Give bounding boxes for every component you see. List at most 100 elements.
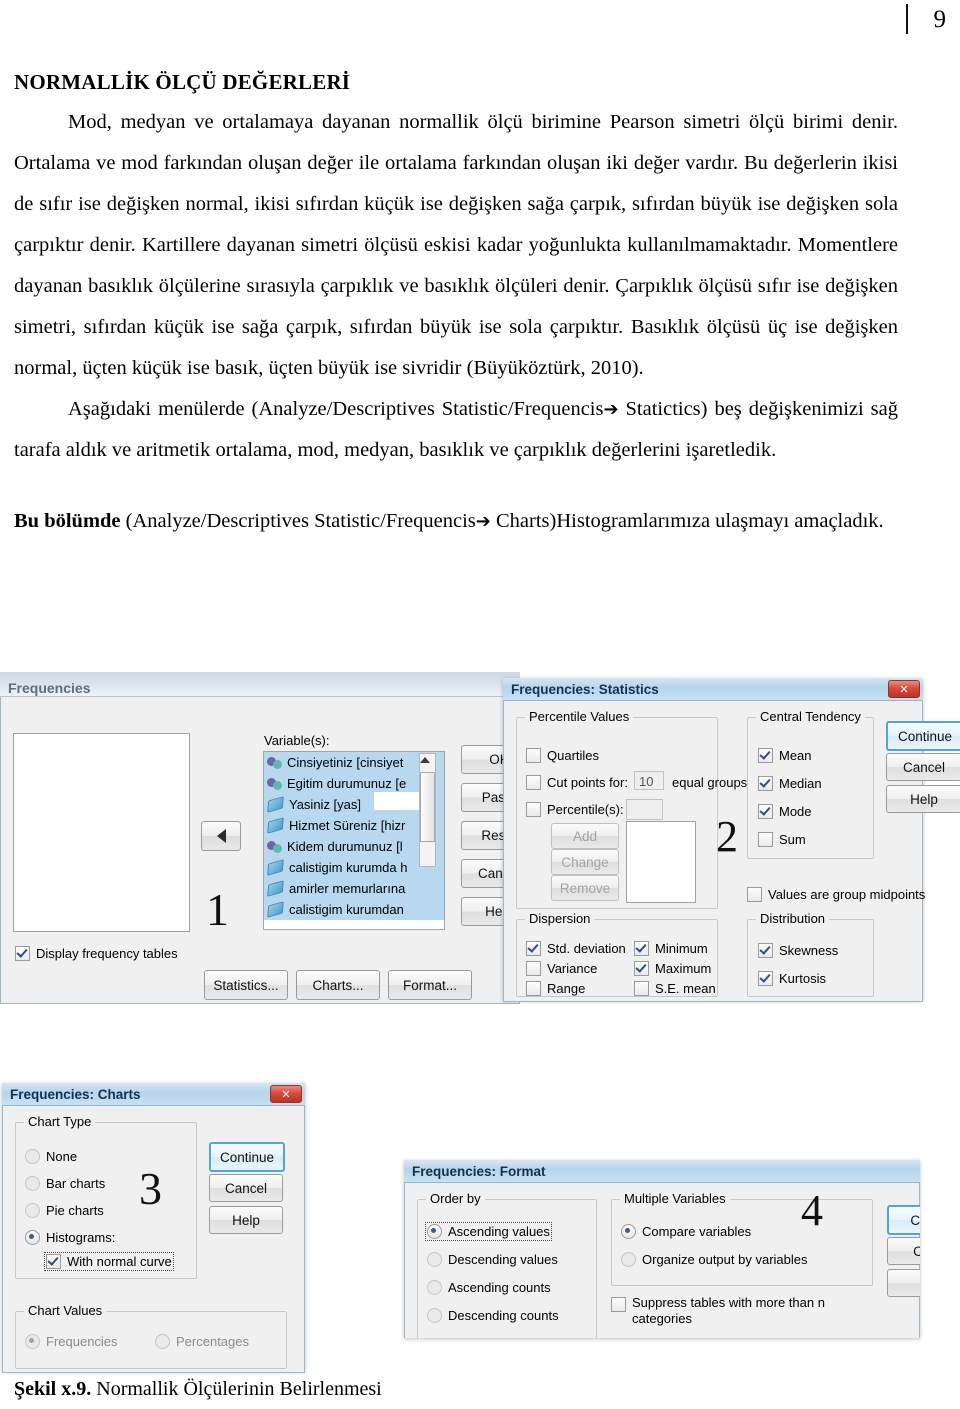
- cancel-button[interactable]: Cancel: [209, 1174, 283, 1202]
- chart-values-frequencies-radio[interactable]: Frequencies: [25, 1334, 118, 1349]
- percentiles-checkbox[interactable]: Percentile(s):: [526, 802, 624, 817]
- checkbox-icon: [634, 941, 649, 956]
- percentiles-label: Percentile(s):: [547, 802, 624, 817]
- order-descending-values-label: Descending values: [448, 1252, 558, 1267]
- chart-type-pie-radio[interactable]: Pie charts: [25, 1203, 104, 1218]
- frequencies-dialog[interactable]: Frequencies 1 Variable(s): Cinsiyetiniz …: [0, 672, 537, 1004]
- std-deviation-checkbox[interactable]: Std. deviation: [526, 941, 626, 956]
- range-checkbox[interactable]: Range: [526, 981, 585, 996]
- help-button[interactable]: Help: [209, 1206, 283, 1234]
- charts-title: Frequencies: Charts: [10, 1086, 141, 1102]
- compare-variables-radio[interactable]: Compare variables: [621, 1224, 751, 1239]
- chart-type-histograms-radio[interactable]: Histograms:: [25, 1230, 115, 1245]
- radio-icon: [427, 1280, 442, 1295]
- scroll-up-icon[interactable]: [420, 757, 430, 763]
- list-item[interactable]: Kidem durumunuz [l: [264, 836, 444, 857]
- source-variable-list[interactable]: [13, 733, 190, 932]
- cancel-button[interactable]: C: [887, 1237, 920, 1265]
- frequencies-charts-dialog[interactable]: Frequencies: Charts ✕ Chart Type None Ba…: [2, 1083, 305, 1373]
- display-frequency-tables-checkbox[interactable]: Display frequency tables: [15, 946, 178, 961]
- close-icon[interactable]: ✕: [270, 1085, 302, 1103]
- sum-label: Sum: [779, 832, 806, 847]
- cancel-button[interactable]: Cancel: [886, 753, 960, 781]
- radio-icon: [25, 1203, 40, 1218]
- cut-points-checkbox[interactable]: Cut points for:: [526, 775, 628, 790]
- radio-icon: [621, 1224, 636, 1239]
- mode-checkbox[interactable]: Mode: [758, 804, 812, 819]
- variable-list-scrollbar[interactable]: [419, 753, 436, 867]
- charts-body: Chart Type None Bar charts Pie charts Hi…: [2, 1106, 305, 1373]
- move-variable-button[interactable]: [201, 821, 241, 851]
- mean-checkbox[interactable]: Mean: [758, 748, 812, 763]
- continue-button[interactable]: Continue: [209, 1142, 285, 1172]
- cut-points-label: Cut points for:: [547, 775, 628, 790]
- chart-values-percentages-label: Percentages: [176, 1334, 249, 1349]
- order-ascending-values-radio[interactable]: Ascending values: [425, 1222, 552, 1241]
- se-mean-checkbox[interactable]: S.E. mean: [634, 981, 716, 996]
- cut-points-input[interactable]: 10: [634, 771, 664, 790]
- add-button[interactable]: Add: [551, 823, 619, 849]
- list-item[interactable]: Cinsiyetiniz [cinsiyet: [264, 752, 444, 773]
- percentiles-input[interactable]: [626, 799, 663, 820]
- frequencies-body: 1 Variable(s): Cinsiyetiniz [cinsiyet Eg…: [0, 697, 537, 1004]
- sum-checkbox[interactable]: Sum: [758, 832, 806, 847]
- organize-output-radio[interactable]: Organize output by variables: [621, 1252, 807, 1267]
- figure-caption-text: Normallik Ölçülerinin Belirlenmesi: [91, 1378, 382, 1400]
- order-ascending-counts-radio[interactable]: Ascending counts: [427, 1280, 551, 1295]
- radio-icon: [25, 1230, 40, 1245]
- list-item[interactable]: calistigim kurumda h: [264, 857, 444, 878]
- format-button[interactable]: Format...: [388, 970, 472, 1000]
- list-item[interactable]: calistigim kurumdan: [264, 899, 444, 920]
- median-checkbox[interactable]: Median: [758, 776, 822, 791]
- variable-label: Cinsiyetiniz [cinsiyet: [287, 755, 404, 770]
- checkbox-icon: [758, 804, 773, 819]
- list-item[interactable]: Egitim durumunuz [e: [264, 773, 444, 794]
- statistics-button[interactable]: Statistics...: [204, 970, 288, 1000]
- continue-button[interactable]: Continue: [886, 721, 960, 751]
- change-button[interactable]: Change: [551, 849, 619, 875]
- paragraph-section-bold: Bu bölümde: [14, 510, 121, 532]
- frequencies-format-dialog[interactable]: Frequencies: Format Order by Ascending v…: [404, 1160, 920, 1338]
- maximum-checkbox[interactable]: Maximum: [634, 961, 711, 976]
- selected-variable-list[interactable]: Cinsiyetiniz [cinsiyet Egitim durumunuz …: [263, 751, 445, 930]
- scrollbar-thumb[interactable]: [420, 772, 435, 842]
- quartiles-checkbox[interactable]: Quartiles: [526, 748, 599, 763]
- chart-values-percentages-radio[interactable]: Percentages: [155, 1334, 249, 1349]
- step-marker-1: 1: [206, 884, 229, 935]
- list-item[interactable]: amirler memurlarına: [264, 878, 444, 899]
- frequencies-statistics-dialog[interactable]: Frequencies: Statistics ✕ Percentile Val…: [503, 678, 960, 1002]
- header-divider: [905, 4, 908, 34]
- order-descending-values-radio[interactable]: Descending values: [427, 1252, 558, 1267]
- scale-icon: [267, 817, 284, 834]
- arrow-left-icon: [216, 829, 226, 843]
- charts-button[interactable]: Charts...: [296, 970, 380, 1000]
- document-body: NORMALLİK ÖLÇÜ DEĞERLERİ Mod, medyan ve …: [14, 70, 898, 542]
- chart-type-bar-radio[interactable]: Bar charts: [25, 1176, 105, 1191]
- order-descending-counts-radio[interactable]: Descending counts: [427, 1308, 559, 1323]
- with-normal-curve-checkbox[interactable]: With normal curve: [44, 1252, 174, 1271]
- skewness-checkbox[interactable]: Skewness: [758, 943, 838, 958]
- order-ascending-values-label: Ascending values: [448, 1224, 550, 1239]
- paragraph-section-part2: Charts)Histogramlarımıza ulaşmayı amaçla…: [490, 510, 884, 532]
- suppress-tables-checkbox[interactable]: Suppress tables with more than n categor…: [611, 1295, 861, 1327]
- range-label: Range: [547, 981, 586, 996]
- group-midpoints-checkbox[interactable]: Values are group midpoints: [747, 887, 925, 902]
- variance-checkbox[interactable]: Variance: [526, 961, 597, 976]
- percentile-list[interactable]: [626, 821, 696, 903]
- list-item[interactable]: Hizmet Süreniz [hizr: [264, 815, 444, 836]
- kurtosis-checkbox[interactable]: Kurtosis: [758, 971, 826, 986]
- help-button[interactable]: [887, 1269, 920, 1297]
- continue-button[interactable]: Co: [887, 1205, 920, 1235]
- remove-button[interactable]: Remove: [551, 875, 619, 901]
- page-header: 9: [905, 4, 946, 34]
- maximum-label: Maximum: [655, 961, 712, 976]
- close-icon[interactable]: ✕: [888, 680, 920, 698]
- chart-type-none-radio[interactable]: None: [25, 1149, 77, 1164]
- minimum-checkbox[interactable]: Minimum: [634, 941, 708, 956]
- variables-label: Variable(s):: [264, 733, 330, 748]
- order-by-label: Order by: [426, 1191, 485, 1206]
- checkbox-icon: [526, 981, 541, 996]
- radio-icon: [621, 1252, 636, 1267]
- chart-type-none-label: None: [46, 1149, 78, 1164]
- help-button[interactable]: Help: [886, 785, 960, 813]
